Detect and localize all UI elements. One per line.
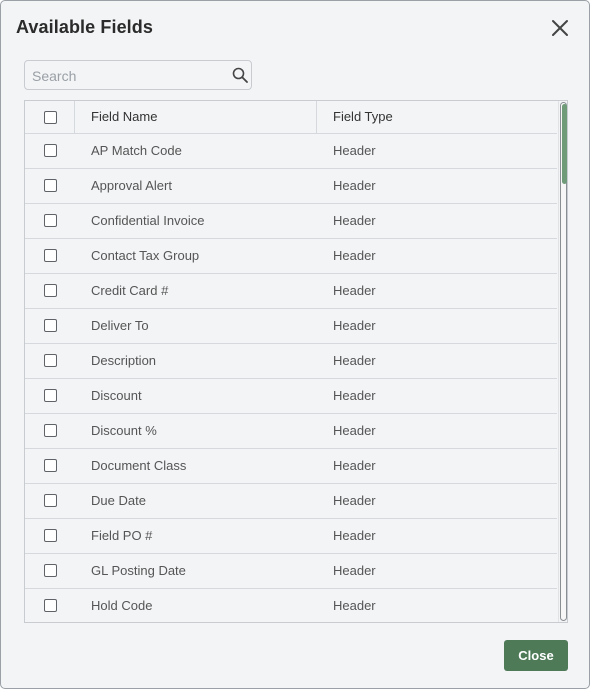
field-type-cell: Header [333, 528, 376, 543]
row-checkbox[interactable] [44, 319, 57, 332]
table-header: Field Name Field Type [25, 101, 557, 134]
table-row[interactable]: Discount Header [25, 379, 557, 414]
field-name-cell: AP Match Code [91, 143, 182, 158]
field-type-cell: Header [333, 248, 376, 263]
row-checkbox[interactable] [44, 599, 57, 612]
table-row[interactable]: AP Match Code Header [25, 134, 557, 169]
field-type-cell: Header [333, 213, 376, 228]
table-row[interactable]: Document Class Header [25, 449, 557, 484]
available-fields-dialog: Available Fields Field Name Field Type A… [0, 0, 590, 689]
row-checkbox[interactable] [44, 179, 57, 192]
column-header-field-type[interactable]: Field Type [333, 109, 393, 124]
table-row[interactable]: Field PO # Header [25, 519, 557, 554]
field-name-cell: Deliver To [91, 318, 149, 333]
column-divider [316, 101, 317, 133]
search-box [24, 60, 252, 91]
field-type-cell: Header [333, 353, 376, 368]
table-row[interactable]: Deliver To Header [25, 309, 557, 344]
row-checkbox[interactable] [44, 354, 57, 367]
field-name-cell: Approval Alert [91, 178, 172, 193]
field-type-cell: Header [333, 143, 376, 158]
dialog-title: Available Fields [16, 17, 153, 37]
field-name-cell: Discount [91, 388, 142, 403]
table-row[interactable]: Contact Tax Group Header [25, 239, 557, 274]
table-row[interactable]: Discount % Header [25, 414, 557, 449]
search-input[interactable] [30, 61, 224, 91]
field-name-cell: Confidential Invoice [91, 213, 205, 228]
table-body: AP Match Code Header Approval Alert Header… [25, 134, 557, 622]
row-checkbox[interactable] [44, 389, 57, 402]
field-name-cell: Document Class [91, 458, 187, 473]
close-icon[interactable] [549, 17, 571, 39]
field-type-cell: Header [333, 458, 376, 473]
table-row[interactable]: Confidential Invoice Header [25, 204, 557, 239]
field-type-cell: Header [333, 388, 376, 403]
field-name-cell: Contact Tax Group [91, 248, 200, 263]
table-row[interactable]: Hold Code Header [25, 589, 557, 622]
column-divider [74, 101, 75, 133]
row-checkbox[interactable] [44, 249, 57, 262]
field-name-cell: Field PO # [91, 528, 153, 543]
close-button[interactable]: Close [504, 640, 568, 671]
search-icon[interactable] [232, 67, 248, 83]
row-checkbox[interactable] [44, 459, 57, 472]
field-type-cell: Header [333, 283, 376, 298]
select-all-checkbox[interactable] [44, 111, 57, 124]
field-type-cell: Header [333, 178, 376, 193]
row-checkbox[interactable] [44, 564, 57, 577]
row-checkbox[interactable] [44, 494, 57, 507]
row-checkbox[interactable] [44, 529, 57, 542]
table-row[interactable]: Credit Card # Header [25, 274, 557, 309]
table-row[interactable]: Approval Alert Header [25, 169, 557, 204]
table-row[interactable]: Description Header [25, 344, 557, 379]
row-checkbox[interactable] [44, 424, 57, 437]
field-type-cell: Header [333, 563, 376, 578]
field-name-cell: Due Date [91, 493, 146, 508]
field-type-cell: Header [333, 423, 376, 438]
table-row[interactable]: GL Posting Date Header [25, 554, 557, 589]
row-checkbox[interactable] [44, 214, 57, 227]
field-name-cell: Credit Card # [91, 283, 169, 298]
field-name-cell: Discount % [91, 423, 157, 438]
vertical-scrollbar[interactable] [558, 101, 567, 622]
table-row[interactable]: Due Date Header [25, 484, 557, 519]
field-type-cell: Header [333, 318, 376, 333]
fields-table: Field Name Field Type AP Match Code Heade… [24, 100, 568, 623]
field-type-cell: Header [333, 598, 376, 613]
scrollbar-thumb[interactable] [562, 104, 567, 184]
field-name-cell: Description [91, 353, 157, 368]
row-checkbox[interactable] [44, 284, 57, 297]
column-header-field-name[interactable]: Field Name [91, 109, 157, 124]
field-type-cell: Header [333, 493, 376, 508]
field-name-cell: GL Posting Date [91, 563, 186, 578]
scrollbar-track[interactable] [560, 102, 567, 621]
row-checkbox[interactable] [44, 144, 57, 157]
field-name-cell: Hold Code [91, 598, 153, 613]
